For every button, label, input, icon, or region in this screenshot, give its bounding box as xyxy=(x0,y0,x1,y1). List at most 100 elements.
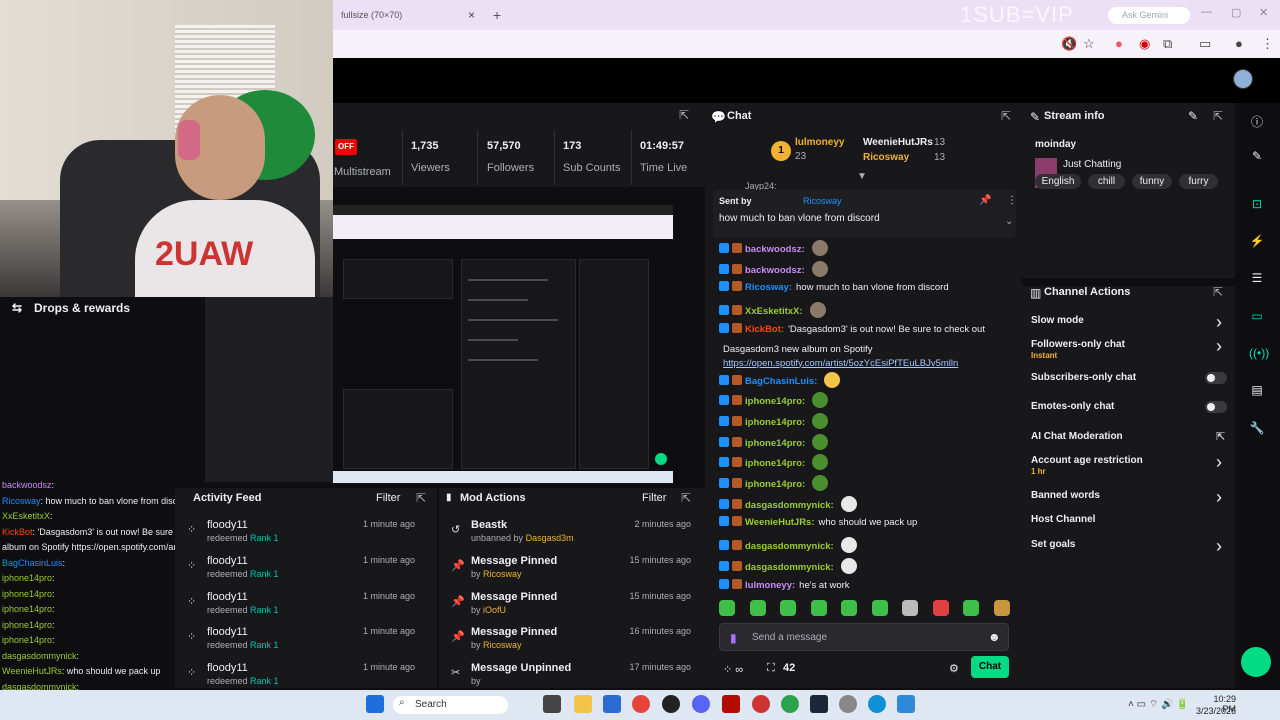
channel-action-account-age-restriction[interactable]: Account age restriction xyxy=(1031,455,1143,466)
toggle-switch[interactable] xyxy=(1205,372,1227,384)
ask-gemini-button[interactable]: Ask Gemini xyxy=(1108,7,1190,24)
popout-icon[interactable]: ⇱ xyxy=(681,491,691,505)
emote-picker-item[interactable] xyxy=(749,600,766,616)
chat-username[interactable]: KickBot: xyxy=(745,324,784,335)
activity-item[interactable]: ⁘ floody11 redeemed Rank 11 minute ago xyxy=(175,589,425,624)
store-icon[interactable] xyxy=(603,695,621,713)
new-tab-button[interactable]: + xyxy=(493,4,501,26)
stream-tag[interactable]: chill xyxy=(1088,174,1125,189)
chat-message[interactable]: dasgasdommynick: xyxy=(719,495,857,512)
emote-picker-item[interactable] xyxy=(932,600,949,616)
pin-icon[interactable]: 📌 xyxy=(979,195,991,206)
chat-text[interactable]: https://open.spotify.com/artist/5ozYcEsi… xyxy=(723,358,958,369)
star-icon[interactable]: ☆ xyxy=(1083,36,1095,52)
category-name[interactable]: Just Chatting xyxy=(1063,159,1121,170)
mic-icon[interactable]: ▮ xyxy=(730,631,737,645)
left-chat-user[interactable]: dasgasdommynick xyxy=(2,651,77,661)
chrome-icon-2[interactable] xyxy=(781,695,799,713)
left-chat-user[interactable]: KickBot xyxy=(2,527,33,537)
left-chat-user[interactable]: iphone14pro xyxy=(2,620,52,630)
leader-3-name[interactable]: Ricosway xyxy=(863,152,909,163)
close-window-icon[interactable]: ✕ xyxy=(1259,6,1268,19)
chat-username[interactable]: dasgasdommynick: xyxy=(745,541,834,552)
collapse-icon[interactable]: ▼ xyxy=(857,171,867,182)
more-icon[interactable]: ⋮ xyxy=(1261,36,1274,52)
leader-2-name[interactable]: WeenieHutJRs xyxy=(863,137,933,148)
opera-icon[interactable]: ◉ xyxy=(1139,36,1150,52)
activity-name[interactable]: floody11 xyxy=(207,591,248,603)
stream-tag[interactable]: funny xyxy=(1132,174,1172,189)
steam-icon[interactable] xyxy=(810,695,828,713)
left-chat-user[interactable]: WeenieHutJRs xyxy=(2,666,62,676)
clip-icon[interactable]: ⊡ xyxy=(1249,197,1265,213)
left-chat-user[interactable]: iphone14pro xyxy=(2,589,52,599)
chat-username[interactable]: WeenieHutJRs: xyxy=(745,517,815,528)
mod-item[interactable]: ↺ Beastk unbanned by Dasgasd3m 2 minutes ag… xyxy=(439,517,701,552)
channel-action-emotes-only-chat[interactable]: Emotes-only chat xyxy=(1031,401,1114,412)
clock-date[interactable]: 3/23/2026 xyxy=(1190,706,1236,716)
chevron-right-icon[interactable]: › xyxy=(1216,452,1222,473)
chat-message[interactable]: dasgasdommynick: xyxy=(719,557,857,574)
left-chat-user[interactable]: Ricosway xyxy=(2,496,41,506)
chat-username[interactable]: XxEsketitxX: xyxy=(745,306,803,317)
chat-username[interactable]: backwoodsz: xyxy=(745,244,805,255)
broadcast-icon[interactable]: ((•)) xyxy=(1249,346,1269,362)
popout-icon[interactable]: ⇱ xyxy=(1213,109,1223,123)
emote-picker-item[interactable] xyxy=(963,600,979,616)
opera-icon[interactable] xyxy=(752,695,770,713)
left-chat-user[interactable]: iphone14pro xyxy=(2,604,52,614)
chat-message[interactable]: backwoodsz: xyxy=(719,240,828,256)
chat-username[interactable]: dasgasdommynick: xyxy=(745,500,834,511)
chat-username[interactable]: iphone14pro: xyxy=(745,458,805,469)
mod-actor[interactable]: Ricosway xyxy=(483,640,522,650)
channel-action-banned-words[interactable]: Banned words xyxy=(1031,490,1100,501)
grid-icon[interactable]: ▤ xyxy=(1249,383,1265,399)
mod-actor[interactable]: iOofU xyxy=(483,605,506,615)
pencil-icon[interactable]: ✎ xyxy=(1249,149,1265,165)
emoji-icon[interactable]: ☻ xyxy=(988,630,1001,644)
channel-action-host-channel[interactable]: Host Channel xyxy=(1031,514,1095,525)
chevron-right-icon[interactable]: › xyxy=(1216,536,1222,557)
channel-action-set-goals[interactable]: Set goals xyxy=(1031,539,1075,550)
explorer-icon[interactable] xyxy=(574,695,592,713)
emote-picker-item[interactable] xyxy=(780,600,796,616)
acrobat-icon[interactable] xyxy=(722,695,740,713)
chevron-right-icon[interactable]: › xyxy=(1216,312,1222,333)
mod-actor[interactable]: Ricosway xyxy=(483,569,522,579)
channel-action-ai-chat-moderation[interactable]: AI Chat Moderation xyxy=(1031,431,1123,442)
chat-message[interactable]: Ricosway: how much to ban vlone from disc… xyxy=(719,281,949,293)
chat-message[interactable]: lulmoneyy: he's at work xyxy=(719,578,850,591)
chat-username[interactable]: iphone14pro: xyxy=(745,438,805,449)
mod-item[interactable]: 📌 Message Pinned by Ricosway 15 minutes ago xyxy=(439,553,701,588)
chat-message[interactable]: backwoodsz: xyxy=(719,260,828,277)
points-icon[interactable]: ⛶ xyxy=(767,662,775,675)
stream-tag[interactable]: furry xyxy=(1179,174,1218,189)
chat-username[interactable]: iphone14pro: xyxy=(745,417,805,428)
chat-message[interactable]: XxEsketitxX: xyxy=(719,302,826,319)
taskview-icon[interactable] xyxy=(543,695,561,713)
popout-icon[interactable]: ⇱ xyxy=(1213,285,1223,299)
chat-message[interactable]: BagChasinLuis: xyxy=(719,371,841,388)
channel-action-followers-only-chat[interactable]: Followers-only chat xyxy=(1031,339,1125,350)
chat-username[interactable]: BagChasinLuis: xyxy=(745,376,817,387)
chat-message[interactable]: iphone14pro: xyxy=(719,454,829,471)
emote-picker-item[interactable] xyxy=(810,600,827,616)
chat-message[interactable]: iphone14pro: xyxy=(719,475,829,491)
activity-name[interactable]: floody11 xyxy=(207,519,248,531)
chevron-right-icon[interactable]: › xyxy=(1216,487,1222,508)
maximize-icon[interactable]: ▢ xyxy=(1231,6,1241,19)
tray-icons[interactable]: ˄ ▭ ⌔ 🔊 🔋 xyxy=(1128,698,1189,711)
mod-actor[interactable]: Dasgasd3m xyxy=(526,533,574,543)
emote-picker-item[interactable] xyxy=(993,600,1010,616)
edit-icon[interactable]: ✎ xyxy=(1188,109,1198,123)
chat-message[interactable]: Dasgasdom3 new album on Spotify xyxy=(719,344,872,355)
pinned-message[interactable]: Sent by Ricosway how much to ban vlone f… xyxy=(713,190,1017,238)
chrome-icon[interactable] xyxy=(632,695,650,713)
drops-rewards[interactable]: ⇆ Drops & rewards xyxy=(0,297,205,317)
infinity-icon[interactable]: ⁘ ∞ xyxy=(723,663,743,676)
pinned-user[interactable]: Ricosway xyxy=(803,196,842,206)
bolt-icon[interactable]: ⚡ xyxy=(1249,234,1265,250)
edge-icon[interactable] xyxy=(868,695,886,713)
wrench-icon[interactable]: 🔧 xyxy=(1249,421,1265,437)
left-chat-user[interactable]: XxEsketitxX xyxy=(2,511,50,521)
